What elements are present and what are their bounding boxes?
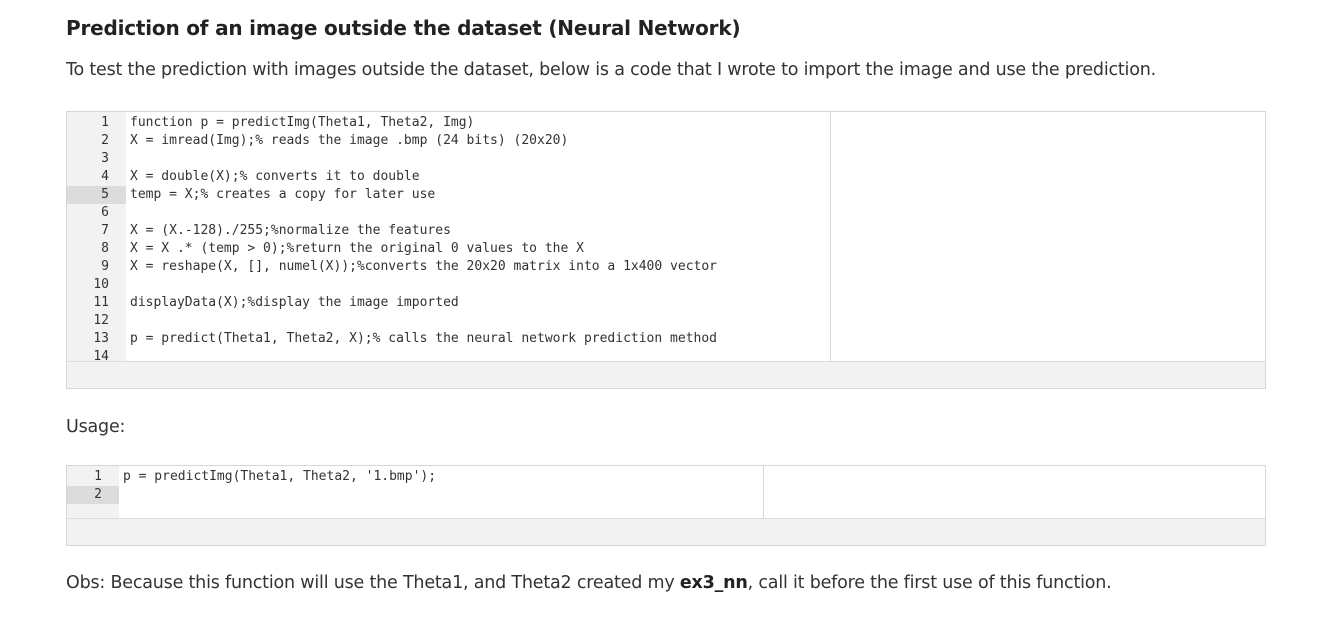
line-number: 2	[101, 133, 109, 148]
code-block-footer	[67, 518, 1265, 545]
line-number: 6	[101, 205, 109, 220]
obs-text-suffix: , call it before the first use of this f…	[747, 573, 1112, 593]
code-line[interactable]	[119, 486, 763, 504]
code-line[interactable]: X = double(X);% converts it to double	[126, 168, 830, 186]
line-number: 7	[101, 223, 109, 238]
line-number: 12	[93, 313, 109, 328]
code-line[interactable]: p = predictImg(Theta1, Theta2, '1.bmp');	[119, 468, 763, 486]
intro-paragraph: To test the prediction with images outsi…	[66, 60, 1156, 80]
line-number: 1	[101, 115, 109, 130]
code-line[interactable]	[126, 204, 830, 222]
code-line[interactable]: X = (X.-128)./255;%normalize the feature…	[126, 222, 830, 240]
code-area[interactable]: p = predictImg(Theta1, Theta2, '1.bmp');	[119, 466, 764, 521]
line-number: 13	[93, 331, 109, 346]
obs-script-name: ex3_nn	[679, 573, 748, 593]
line-number: 9	[101, 259, 109, 274]
code-line[interactable]: X = X .* (temp > 0);%return the original…	[126, 240, 830, 258]
code-line[interactable]: X = reshape(X, [], numel(X));%converts t…	[126, 258, 830, 276]
code-block-footer	[67, 361, 1265, 388]
code-block-predict-img[interactable]: 1 2 3 4 5 6 7 8 9 10 11 12 13 14 function p = predict…	[66, 111, 1266, 389]
code-line[interactable]	[126, 276, 830, 294]
line-number: 11	[93, 295, 109, 310]
article-heading: Prediction of an image outside the datas…	[66, 16, 741, 40]
code-line[interactable]: X = imread(Img);% reads the image .bmp (…	[126, 132, 830, 150]
line-number: 3	[101, 151, 109, 166]
code-block-usage[interactable]: 12 p = predictImg(Theta1, Theta2, '1.bmp…	[66, 465, 1266, 546]
code-line[interactable]	[126, 150, 830, 168]
line-number-gutter: 1 2 3 4 5 6 7 8 9 10 11 12 13 14	[67, 112, 126, 364]
line-number: 1	[94, 469, 102, 484]
code-line[interactable]: displayData(X);%display the image import…	[126, 294, 830, 312]
line-number: 4	[101, 169, 109, 184]
line-number: 5	[67, 186, 126, 204]
line-number: 10	[93, 277, 109, 292]
line-number: 2	[67, 486, 119, 504]
line-number-gutter: 12	[67, 466, 119, 521]
obs-paragraph: Obs: Because this function will use the …	[66, 573, 1112, 593]
code-area[interactable]: function p = predictImg(Theta1, Theta2, …	[126, 112, 831, 364]
line-number: 8	[101, 241, 109, 256]
code-line[interactable]	[126, 312, 830, 330]
code-line[interactable]: temp = X;% creates a copy for later use	[126, 186, 830, 204]
obs-text-prefix: Obs: Because this function will use the …	[66, 573, 680, 593]
code-line[interactable]: p = predict(Theta1, Theta2, X);% calls t…	[126, 330, 830, 348]
code-line[interactable]: function p = predictImg(Theta1, Theta2, …	[126, 114, 830, 132]
usage-label: Usage:	[66, 417, 126, 437]
